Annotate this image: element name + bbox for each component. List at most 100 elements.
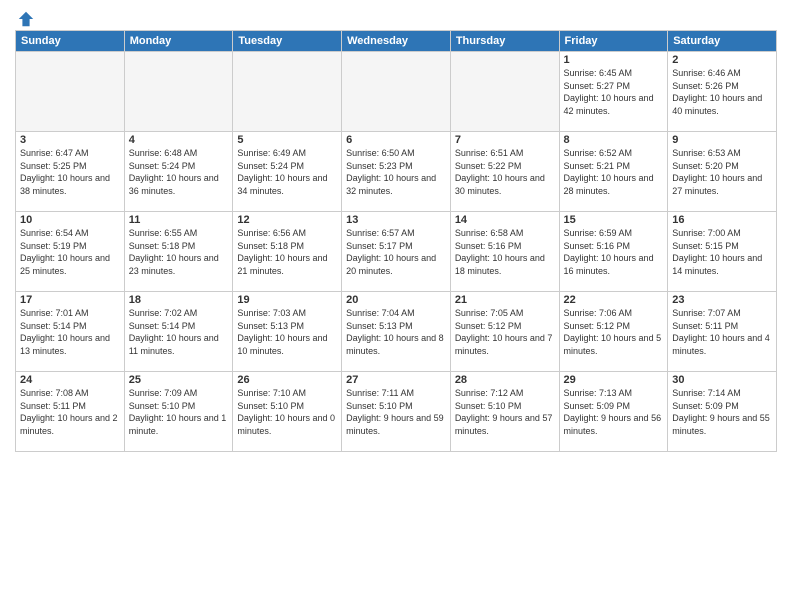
cell-info: Daylight: 10 hours and 18 minutes. (455, 252, 555, 277)
day-number: 11 (129, 214, 229, 226)
cell-info: Sunset: 5:17 PM (346, 240, 446, 253)
cell-info: Daylight: 10 hours and 11 minutes. (129, 332, 229, 357)
cell-info: Sunrise: 7:13 AM (564, 387, 664, 400)
calendar-cell: 30Sunrise: 7:14 AMSunset: 5:09 PMDayligh… (668, 372, 777, 452)
calendar-cell: 14Sunrise: 6:58 AMSunset: 5:16 PMDayligh… (450, 212, 559, 292)
cell-info: Sunrise: 7:11 AM (346, 387, 446, 400)
cell-info: Sunset: 5:13 PM (346, 320, 446, 333)
cell-info: Daylight: 10 hours and 32 minutes. (346, 172, 446, 197)
day-number: 26 (237, 374, 337, 386)
calendar-cell: 17Sunrise: 7:01 AMSunset: 5:14 PMDayligh… (16, 292, 125, 372)
cell-info: Sunrise: 6:47 AM (20, 147, 120, 160)
calendar-week-2: 10Sunrise: 6:54 AMSunset: 5:19 PMDayligh… (16, 212, 777, 292)
calendar-cell: 22Sunrise: 7:06 AMSunset: 5:12 PMDayligh… (559, 292, 668, 372)
cell-info: Sunset: 5:09 PM (564, 400, 664, 413)
day-number: 10 (20, 214, 120, 226)
logo-icon (17, 10, 35, 28)
cell-info: Sunrise: 7:05 AM (455, 307, 555, 320)
cell-info: Sunset: 5:10 PM (455, 400, 555, 413)
cell-info: Sunrise: 7:07 AM (672, 307, 772, 320)
cell-info: Sunrise: 6:57 AM (346, 227, 446, 240)
cell-info: Sunset: 5:12 PM (564, 320, 664, 333)
cell-info: Sunrise: 7:10 AM (237, 387, 337, 400)
cell-info: Sunset: 5:20 PM (672, 160, 772, 173)
day-header-monday: Monday (124, 31, 233, 52)
calendar-header-row: SundayMondayTuesdayWednesdayThursdayFrid… (16, 31, 777, 52)
cell-info: Sunrise: 7:06 AM (564, 307, 664, 320)
cell-info: Daylight: 10 hours and 38 minutes. (20, 172, 120, 197)
calendar-cell: 29Sunrise: 7:13 AMSunset: 5:09 PMDayligh… (559, 372, 668, 452)
calendar-cell: 25Sunrise: 7:09 AMSunset: 5:10 PMDayligh… (124, 372, 233, 452)
cell-info: Sunset: 5:14 PM (129, 320, 229, 333)
day-number: 6 (346, 134, 446, 146)
cell-info: Daylight: 10 hours and 10 minutes. (237, 332, 337, 357)
cell-info: Sunset: 5:18 PM (237, 240, 337, 253)
cell-info: Sunset: 5:10 PM (346, 400, 446, 413)
calendar-cell: 16Sunrise: 7:00 AMSunset: 5:15 PMDayligh… (668, 212, 777, 292)
day-number: 20 (346, 294, 446, 306)
cell-info: Sunset: 5:15 PM (672, 240, 772, 253)
cell-info: Sunset: 5:16 PM (455, 240, 555, 253)
cell-info: Sunrise: 7:03 AM (237, 307, 337, 320)
cell-info: Sunrise: 6:55 AM (129, 227, 229, 240)
calendar-cell: 28Sunrise: 7:12 AMSunset: 5:10 PMDayligh… (450, 372, 559, 452)
day-number: 4 (129, 134, 229, 146)
cell-info: Sunset: 5:11 PM (20, 400, 120, 413)
cell-info: Sunrise: 7:01 AM (20, 307, 120, 320)
cell-info: Sunset: 5:14 PM (20, 320, 120, 333)
calendar-cell (16, 52, 125, 132)
cell-info: Sunset: 5:27 PM (564, 80, 664, 93)
cell-info: Daylight: 10 hours and 7 minutes. (455, 332, 555, 357)
calendar-week-3: 17Sunrise: 7:01 AMSunset: 5:14 PMDayligh… (16, 292, 777, 372)
day-number: 27 (346, 374, 446, 386)
day-number: 12 (237, 214, 337, 226)
cell-info: Sunrise: 6:49 AM (237, 147, 337, 160)
cell-info: Daylight: 10 hours and 5 minutes. (564, 332, 664, 357)
cell-info: Daylight: 10 hours and 1 minute. (129, 412, 229, 437)
cell-info: Sunset: 5:12 PM (455, 320, 555, 333)
cell-info: Daylight: 10 hours and 34 minutes. (237, 172, 337, 197)
day-header-tuesday: Tuesday (233, 31, 342, 52)
day-number: 21 (455, 294, 555, 306)
calendar-cell: 13Sunrise: 6:57 AMSunset: 5:17 PMDayligh… (342, 212, 451, 292)
day-number: 1 (564, 54, 664, 66)
cell-info: Sunset: 5:09 PM (672, 400, 772, 413)
calendar-cell: 20Sunrise: 7:04 AMSunset: 5:13 PMDayligh… (342, 292, 451, 372)
cell-info: Daylight: 9 hours and 59 minutes. (346, 412, 446, 437)
cell-info: Daylight: 10 hours and 4 minutes. (672, 332, 772, 357)
calendar-cell (124, 52, 233, 132)
day-number: 8 (564, 134, 664, 146)
calendar-cell: 6Sunrise: 6:50 AMSunset: 5:23 PMDaylight… (342, 132, 451, 212)
cell-info: Sunset: 5:11 PM (672, 320, 772, 333)
day-header-saturday: Saturday (668, 31, 777, 52)
day-header-wednesday: Wednesday (342, 31, 451, 52)
day-number: 24 (20, 374, 120, 386)
calendar-cell (342, 52, 451, 132)
cell-info: Sunset: 5:16 PM (564, 240, 664, 253)
cell-info: Sunset: 5:10 PM (237, 400, 337, 413)
cell-info: Daylight: 10 hours and 8 minutes. (346, 332, 446, 357)
cell-info: Daylight: 10 hours and 36 minutes. (129, 172, 229, 197)
cell-info: Daylight: 10 hours and 0 minutes. (237, 412, 337, 437)
cell-info: Sunrise: 7:00 AM (672, 227, 772, 240)
calendar-cell: 3Sunrise: 6:47 AMSunset: 5:25 PMDaylight… (16, 132, 125, 212)
logo (15, 10, 35, 24)
day-number: 25 (129, 374, 229, 386)
cell-info: Sunset: 5:23 PM (346, 160, 446, 173)
calendar-cell: 26Sunrise: 7:10 AMSunset: 5:10 PMDayligh… (233, 372, 342, 452)
calendar-week-4: 24Sunrise: 7:08 AMSunset: 5:11 PMDayligh… (16, 372, 777, 452)
cell-info: Sunrise: 7:04 AM (346, 307, 446, 320)
cell-info: Sunrise: 7:12 AM (455, 387, 555, 400)
calendar-cell: 27Sunrise: 7:11 AMSunset: 5:10 PMDayligh… (342, 372, 451, 452)
day-number: 23 (672, 294, 772, 306)
calendar-cell: 4Sunrise: 6:48 AMSunset: 5:24 PMDaylight… (124, 132, 233, 212)
cell-info: Daylight: 10 hours and 2 minutes. (20, 412, 120, 437)
cell-info: Sunrise: 6:45 AM (564, 67, 664, 80)
calendar-cell: 1Sunrise: 6:45 AMSunset: 5:27 PMDaylight… (559, 52, 668, 132)
cell-info: Daylight: 10 hours and 21 minutes. (237, 252, 337, 277)
calendar-cell: 7Sunrise: 6:51 AMSunset: 5:22 PMDaylight… (450, 132, 559, 212)
calendar-cell: 23Sunrise: 7:07 AMSunset: 5:11 PMDayligh… (668, 292, 777, 372)
calendar: SundayMondayTuesdayWednesdayThursdayFrid… (15, 30, 777, 452)
cell-info: Daylight: 9 hours and 55 minutes. (672, 412, 772, 437)
day-number: 2 (672, 54, 772, 66)
